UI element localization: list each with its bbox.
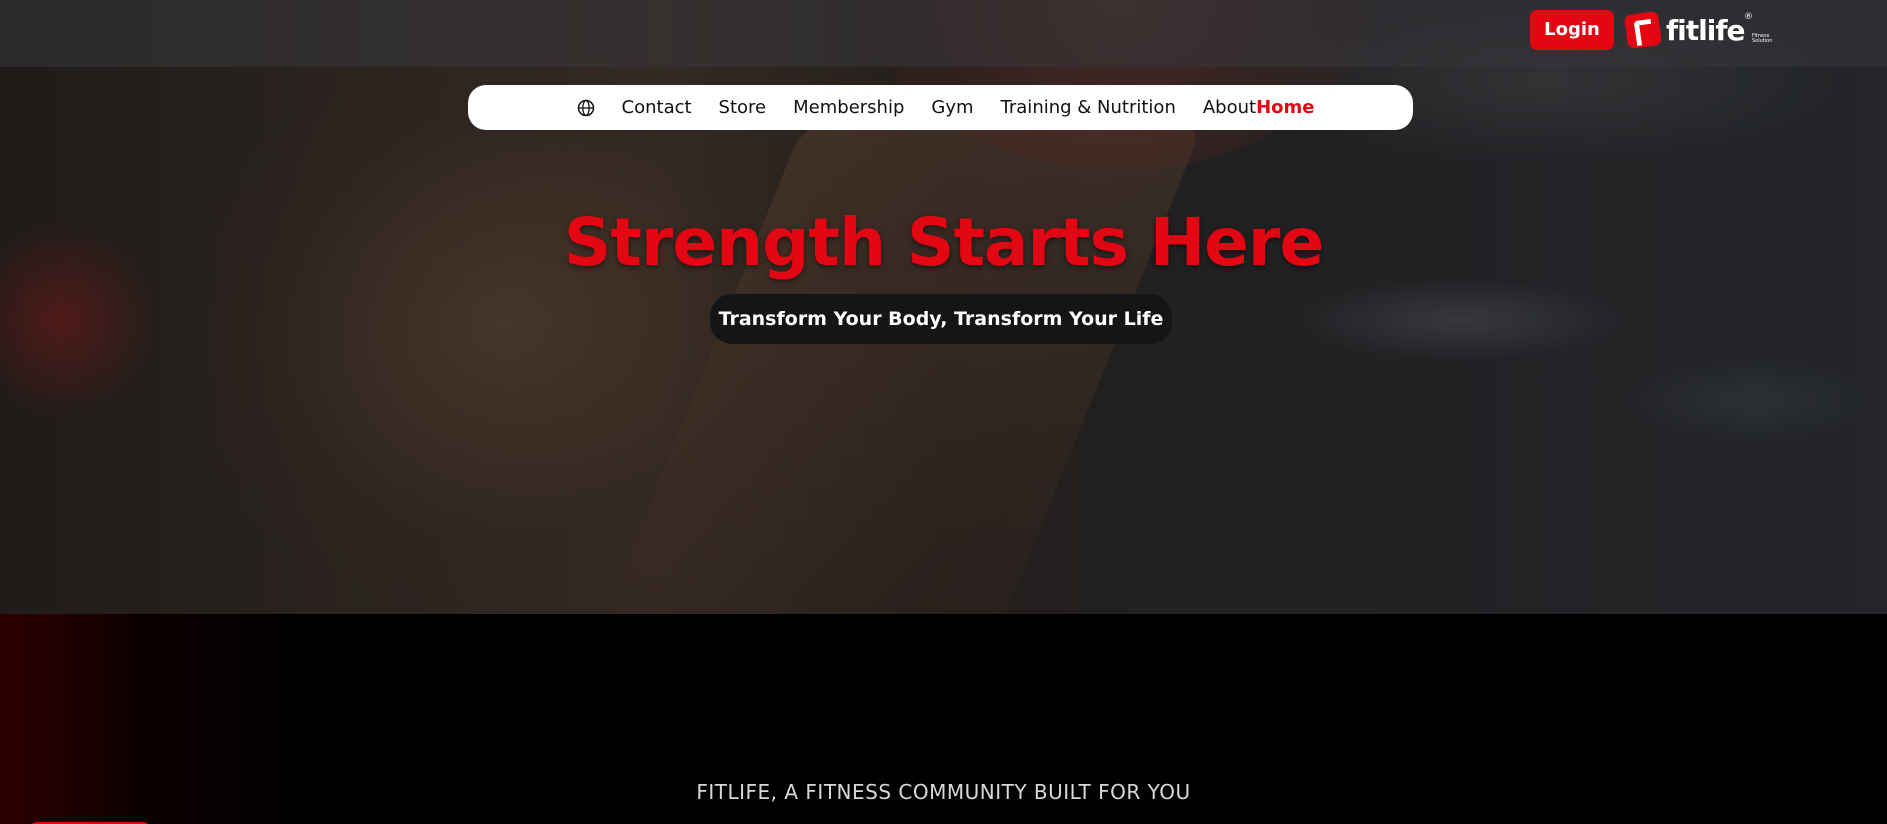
globe-icon[interactable] — [577, 99, 595, 117]
nav-item-contact[interactable]: Contact — [622, 97, 692, 118]
nav-item-training-nutrition[interactable]: Training & Nutrition — [1001, 97, 1176, 118]
hero-subtitle-pill: Transform Your Body, Transform Your Life — [710, 294, 1172, 344]
top-bar: Login fitlife ® Fitness Solution — [0, 0, 1887, 67]
hero-section: Login fitlife ® Fitness Solution Contact… — [0, 0, 1887, 614]
nav-item-about[interactable]: About — [1203, 97, 1256, 118]
community-tagline: FITLIFE, A FITNESS COMMUNITY BUILT FOR Y… — [696, 780, 1191, 804]
nav-item-home[interactable]: Home — [1256, 97, 1314, 118]
logo-text: fitlife — [1666, 13, 1746, 47]
fitlife-logo[interactable]: fitlife ® Fitness Solution — [1623, 10, 1776, 50]
hero-subtitle: Transform Your Body, Transform Your Life — [718, 308, 1164, 330]
nav-item-membership[interactable]: Membership — [793, 97, 904, 118]
logo-subtext: Fitness Solution — [1752, 33, 1773, 44]
main-navigation: Contact Store Membership Gym Training & … — [468, 85, 1413, 130]
login-button[interactable]: Login — [1530, 10, 1614, 50]
community-section: FITLIFE, A FITNESS COMMUNITY BUILT FOR Y… — [0, 614, 1887, 824]
fitlife-logo-icon — [1623, 10, 1663, 50]
nav-item-store[interactable]: Store — [719, 97, 767, 118]
nav-item-gym[interactable]: Gym — [931, 97, 973, 118]
hero-title: Strength Starts Here — [563, 204, 1324, 281]
logo-registered-mark: ® — [1744, 12, 1753, 22]
